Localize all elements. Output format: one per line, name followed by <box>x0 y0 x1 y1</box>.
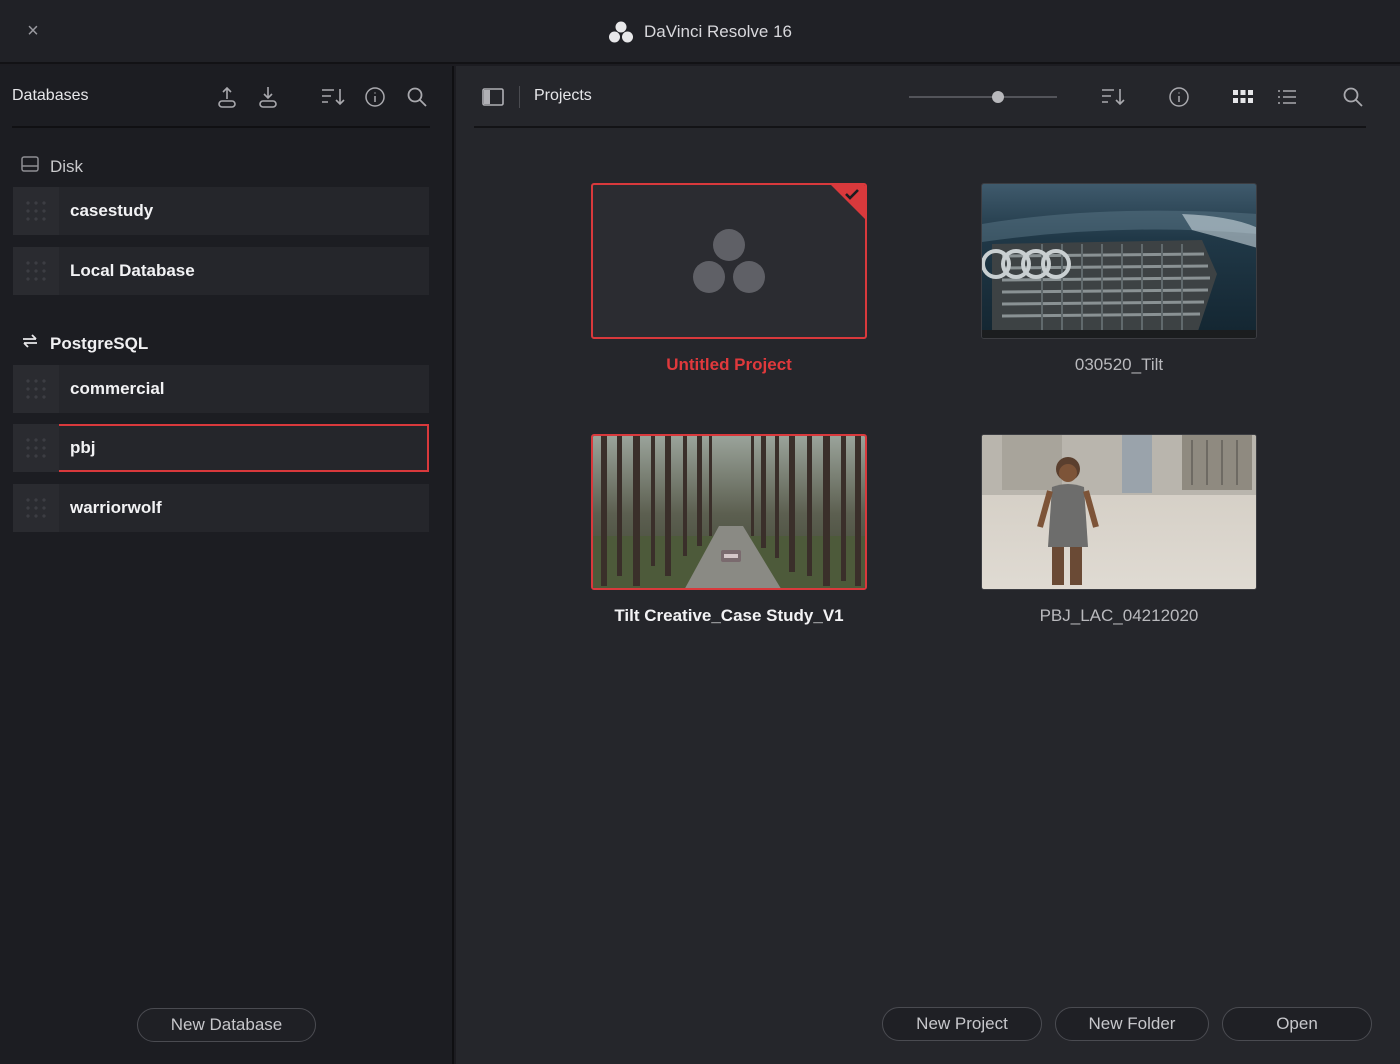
project-card-030520-tilt[interactable]: 030520_Tilt <box>981 183 1257 375</box>
project-name: Untitled Project <box>666 355 792 374</box>
grid-view-icon[interactable] <box>1230 84 1256 110</box>
drag-handle-icon[interactable] <box>13 484 59 532</box>
header-divider <box>519 86 520 108</box>
davinci-logo-placeholder <box>591 183 867 339</box>
drag-handle-icon[interactable] <box>13 365 59 413</box>
car-grille-photo <box>981 183 1257 339</box>
projects-title: Projects <box>534 87 592 104</box>
project-name: PBJ_LAC_04212020 <box>1039 606 1199 625</box>
network-arrows-icon <box>20 332 40 355</box>
project-card-tilt-creative-case-study[interactable]: Tilt Creative_Case Study_V1 <box>591 434 867 626</box>
database-label: commercial <box>70 379 165 398</box>
drag-handle-icon[interactable] <box>13 187 59 235</box>
project-card-untitled-project[interactable]: Untitled Project <box>591 183 867 375</box>
info-icon[interactable] <box>362 84 388 110</box>
projects-panel: Projects Untitled Project 030520_Tilt Ti… <box>456 66 1400 1064</box>
sort-icon[interactable] <box>320 84 346 110</box>
database-item-local-database[interactable]: Local Database <box>13 247 429 295</box>
download-icon[interactable] <box>255 84 281 110</box>
app-title: DaVinci Resolve 16 <box>0 0 1400 64</box>
database-label: pbj <box>70 438 96 457</box>
new-project-button[interactable]: New Project <box>882 1007 1042 1041</box>
new-folder-button[interactable]: New Folder <box>1055 1007 1209 1041</box>
upload-icon[interactable] <box>214 84 240 110</box>
projects-header: Projects <box>474 66 1366 128</box>
project-name: Tilt Creative_Case Study_V1 <box>614 606 844 625</box>
new-database-button[interactable]: New Database <box>137 1008 316 1042</box>
database-item-casestudy[interactable]: casestudy <box>13 187 429 235</box>
search-icon[interactable] <box>1340 84 1366 110</box>
sort-icon[interactable] <box>1100 84 1126 110</box>
databases-panel: Databases Disk casestudy Local Database … <box>0 66 454 1064</box>
databases-header: Databases <box>12 66 430 128</box>
window-title: DaVinci Resolve 16 <box>643 22 793 41</box>
project-card-pbj-lac[interactable]: PBJ_LAC_04212020 <box>981 434 1257 626</box>
database-label: casestudy <box>70 201 154 220</box>
child-street-photo <box>981 434 1257 590</box>
list-view-icon[interactable] <box>1274 84 1300 110</box>
zoom-slider-handle[interactable] <box>991 91 1004 103</box>
forest-road-photo <box>591 434 867 590</box>
search-icon[interactable] <box>404 84 430 110</box>
open-button[interactable]: Open <box>1222 1007 1372 1041</box>
database-item-commercial[interactable]: commercial <box>13 365 429 413</box>
database-item-warriorwolf[interactable]: warriorwolf <box>13 484 429 532</box>
thumbnail-zoom-slider[interactable] <box>909 91 1057 103</box>
disk-label: Disk <box>50 156 84 176</box>
drag-handle-icon[interactable] <box>13 247 59 295</box>
database-item-pbj[interactable]: pbj <box>13 424 429 472</box>
disk-section-label: Disk <box>20 155 83 178</box>
postgresql-label: PostgreSQL <box>50 333 149 353</box>
info-icon[interactable] <box>1166 84 1192 110</box>
current-project-check-icon <box>831 185 865 219</box>
database-label: Local Database <box>70 261 195 280</box>
postgresql-section-label: PostgreSQL <box>20 332 148 355</box>
davinci-logo-icon <box>608 20 634 44</box>
drag-handle-icon[interactable] <box>13 424 59 472</box>
title-bar: × DaVinci Resolve 16 <box>0 0 1400 64</box>
database-label: warriorwolf <box>70 498 162 517</box>
databases-title: Databases <box>12 87 89 104</box>
project-name: 030520_Tilt <box>1074 355 1164 374</box>
drive-icon <box>20 155 40 178</box>
sidebar-toggle-icon[interactable] <box>480 84 506 110</box>
